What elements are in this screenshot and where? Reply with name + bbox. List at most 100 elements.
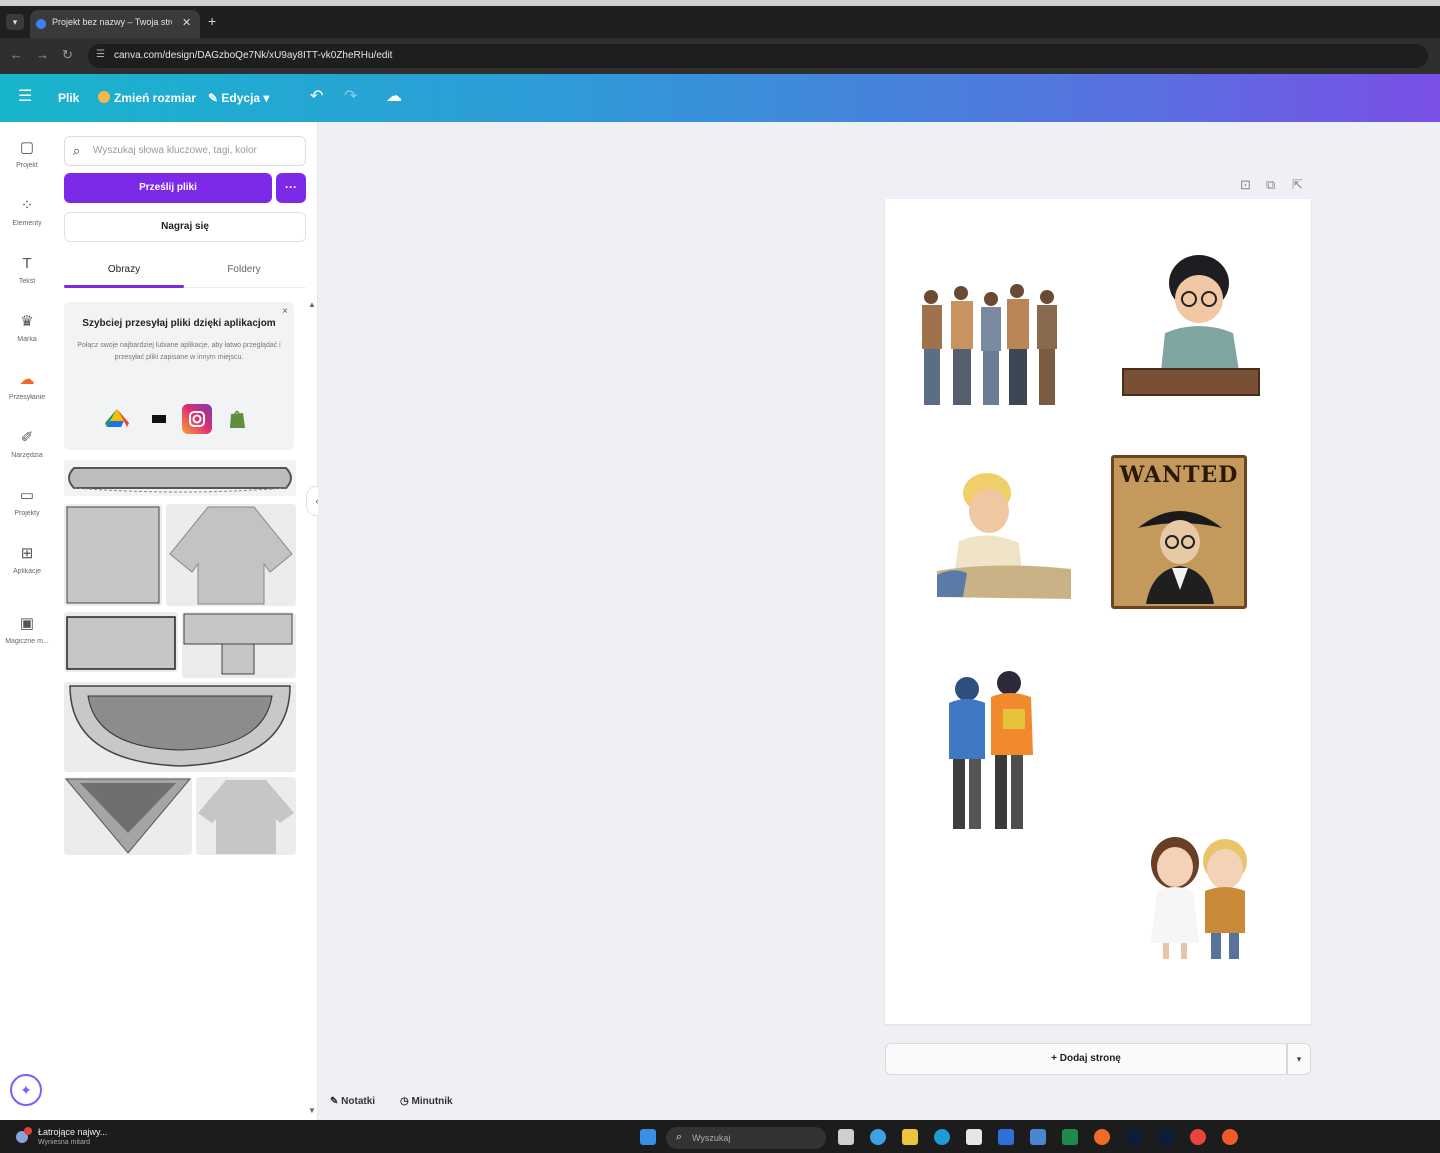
resize-button[interactable]: Zmień rozmiar [98, 89, 196, 107]
magic-sparkle-icon[interactable]: ✦ [10, 1074, 42, 1106]
tab-close-icon[interactable]: ✕ [182, 16, 191, 29]
cloud-save-icon[interactable]: ☁ [386, 88, 402, 106]
dropbox-icon[interactable] [144, 404, 174, 434]
add-page-button[interactable]: + Dodaj stronę [885, 1043, 1287, 1075]
store-icon[interactable] [966, 1129, 982, 1145]
tab-obrazy[interactable]: Obrazy [64, 264, 184, 275]
rail-item-marka[interactable]: ♛ Marka [0, 308, 54, 358]
tab-search-icon[interactable]: ▾ [6, 14, 24, 30]
tab-foldery[interactable]: Foldery [184, 264, 304, 275]
notes-button[interactable]: ✎ Notatki [330, 1096, 375, 1107]
rail-item-narzedzia[interactable]: ✐ Narzędzia [0, 424, 54, 474]
rail-item-projekty[interactable]: ▭ Projekty [0, 482, 54, 532]
edge-icon[interactable] [934, 1129, 950, 1145]
canvas-workspace: ⊡ ⧉ ⇱ WANTED + Dodaj stronę ▾ ✎ Notatki … [318, 122, 1440, 1120]
taskbar-search[interactable]: ⌕ Wyszukaj [666, 1127, 826, 1149]
undo-icon[interactable]: ↶ [310, 88, 323, 106]
firefox-icon[interactable] [1094, 1129, 1110, 1145]
task-view-icon[interactable] [838, 1129, 854, 1145]
rail-item-elementy[interactable]: ⁘ Elementy [0, 192, 54, 242]
search-input[interactable]: ⌕ Wyszukaj słowa kluczowe, tagi, kolor [64, 136, 306, 166]
add-page-options-button[interactable]: ▾ [1287, 1043, 1311, 1075]
file-menu[interactable]: Plik [58, 89, 79, 107]
chrome-icon[interactable] [1190, 1129, 1206, 1145]
outlook-icon[interactable] [998, 1129, 1014, 1145]
rail-label: Magiczne m... [5, 638, 49, 645]
screen: ▾ Projekt bez nazwy – Twoja stro... ✕ + … [0, 0, 1440, 1153]
wanted-poster[interactable]: WANTED [1111, 455, 1247, 609]
uploaded-image-thumbnail[interactable] [182, 612, 296, 678]
browser-tab[interactable]: Projekt bez nazwy – Twoja stro... ✕ [30, 10, 200, 38]
uploaded-image-thumbnail[interactable] [64, 777, 192, 855]
hamburger-icon[interactable]: ☰ [18, 88, 32, 106]
rail-label: Projekt [16, 162, 38, 169]
edit-menu[interactable]: ✎ Edycja ▾ [208, 89, 269, 107]
promo-title: Szybciej przesyłaj pliki dzięki aplikacj… [82, 318, 276, 329]
share-page-icon[interactable]: ⇱ [1292, 177, 1303, 193]
file-explorer-icon[interactable] [902, 1129, 918, 1145]
text-icon: T [22, 255, 32, 272]
excel-icon[interactable] [1062, 1129, 1078, 1145]
rail-label: Przesyłanie [8, 394, 46, 401]
scroll-up-icon[interactable]: ▲ [308, 300, 316, 309]
lightroom-icon[interactable] [1158, 1129, 1174, 1145]
uploaded-image-thumbnail[interactable] [64, 504, 162, 606]
rail-label: Marka [17, 336, 37, 343]
uploads-panel: ⌕ Wyszukaj słowa kluczowe, tagi, kolor P… [54, 122, 318, 1120]
uploaded-image-thumbnail[interactable] [166, 504, 296, 606]
uploaded-image-thumbnail[interactable] [64, 682, 296, 772]
duplicate-icon[interactable]: ⧉ [1266, 177, 1275, 193]
mail-icon[interactable] [1030, 1129, 1046, 1145]
windows-start-icon[interactable] [640, 1129, 656, 1145]
active-tab-indicator [64, 285, 184, 288]
lock-icon[interactable]: ⊡ [1240, 177, 1251, 193]
upload-more-button[interactable]: ··· [276, 173, 306, 203]
uploaded-image-thumbnail[interactable] [64, 612, 178, 672]
notes-label: Notatki [341, 1096, 376, 1107]
uploaded-image-thumbnail[interactable] [64, 460, 296, 496]
search-icon: ⌕ [73, 143, 81, 158]
copilot-icon[interactable] [870, 1129, 886, 1145]
site-info-icon[interactable]: ☰ [96, 49, 105, 60]
upload-files-button[interactable]: Prześlij pliki [64, 173, 272, 203]
blond-boy-thinking[interactable] [933, 471, 1073, 601]
folder-icon: ▭ [19, 487, 35, 504]
back-icon[interactable]: ← [10, 48, 23, 62]
browser-tab-bar: ▾ Projekt bez nazwy – Twoja stro... ✕ + [0, 6, 1440, 38]
cartoon-couple[interactable] [1141, 833, 1259, 963]
os-taskbar: Łatrojące najwy... Wyniesna mitard ⌕ Wys… [0, 1120, 1440, 1153]
rail-item-aplikacje[interactable]: ⊞ Aplikacje [0, 540, 54, 590]
timer-button[interactable]: ◷ Minutnik [400, 1096, 453, 1107]
news-subtitle: Wyniesna mitard [38, 1139, 91, 1146]
instagram-icon[interactable] [182, 404, 212, 434]
upload-cloud-icon: ☁ [19, 371, 35, 388]
rail-label: Narzędzia [11, 452, 43, 459]
scroll-down-icon[interactable]: ▼ [308, 1106, 316, 1115]
news-title[interactable]: Łatrojące najwy... [38, 1127, 107, 1137]
two-teens-in-hoodies[interactable] [941, 669, 1041, 837]
uploaded-image-thumbnail[interactable] [196, 777, 296, 855]
rail-item-projekt[interactable]: ▢ Projekt [0, 134, 54, 184]
google-drive-icon[interactable] [102, 404, 132, 434]
photoshop-icon[interactable] [1126, 1129, 1142, 1145]
app-icon[interactable] [1222, 1129, 1238, 1145]
pencil-icon: ✎ [208, 91, 222, 105]
news-widget-icon[interactable] [14, 1125, 34, 1145]
record-yourself-button[interactable]: Nagraj się [64, 212, 306, 242]
redo-icon[interactable]: ↷ [344, 88, 357, 106]
magic-media-icon: ▣ [19, 615, 35, 632]
address-bar[interactable]: ☰ canva.com/design/DAGzboQe7Nk/xU9ay8ITT… [88, 44, 1428, 68]
rail-item-magiczne-media[interactable]: ▣ Magiczne m... [0, 610, 54, 660]
group-of-men[interactable] [917, 283, 1069, 409]
rail-label: Projekty [14, 510, 40, 517]
close-icon[interactable]: × [282, 306, 288, 317]
design-page[interactable]: WANTED [885, 199, 1311, 1024]
rail-item-przesylanie[interactable]: ☁ Przesyłanie [0, 366, 54, 416]
reload-icon[interactable]: ↻ [62, 48, 73, 62]
boy-with-glasses-at-desk[interactable] [1121, 253, 1261, 401]
new-tab-icon[interactable]: + [208, 14, 216, 28]
rail-item-tekst[interactable]: T Tekst [0, 250, 54, 300]
forward-icon[interactable]: → [36, 48, 49, 62]
rail-label: Tekst [18, 278, 36, 285]
shopify-icon[interactable] [222, 404, 252, 434]
